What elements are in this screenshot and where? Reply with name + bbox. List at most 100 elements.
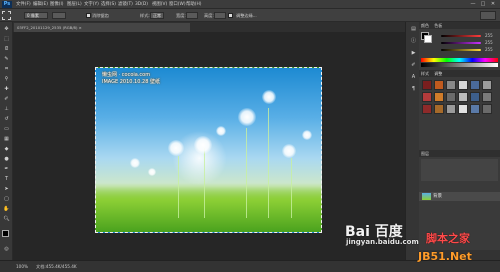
history-panel-icon[interactable]: ▤ (410, 26, 417, 33)
selection-mode-group[interactable] (52, 12, 66, 19)
blur-tool-icon[interactable]: ◆ (3, 146, 10, 153)
menu-file[interactable]: 文件(F) (16, 1, 31, 8)
style-swatch[interactable] (458, 92, 468, 102)
style-swatch[interactable] (446, 104, 456, 114)
style-label: 样式: (140, 13, 150, 18)
menu-select[interactable]: 选择(S) (101, 1, 116, 8)
style-swatch[interactable] (470, 92, 480, 102)
document-info[interactable]: 文档:455.4K/455.4K (36, 264, 77, 270)
tab-swatches[interactable]: 色板 (434, 23, 442, 28)
document-image[interactable]: 懒虫网 · cocoia.com IMAGE 2010.10.28 壁纸 (95, 67, 322, 233)
style-swatch[interactable] (434, 92, 444, 102)
layer-thumbnail (422, 193, 431, 200)
style-swatch[interactable] (422, 92, 432, 102)
style-swatch[interactable] (446, 92, 456, 102)
zoom-level[interactable]: 100% (16, 264, 28, 269)
style-swatch[interactable] (434, 104, 444, 114)
stamp-tool-icon[interactable]: ⊥ (3, 106, 10, 113)
quick-mask-icon[interactable]: ◎ (3, 246, 10, 253)
panel-dock: ▤ ⓘ ▶ ✐ A ¶ (405, 22, 419, 260)
hand-tool-icon[interactable]: ✋ (3, 206, 10, 213)
eraser-tool-icon[interactable]: ▭ (3, 126, 10, 133)
properties-panel-icon[interactable]: ⓘ (410, 38, 417, 45)
menu-view[interactable]: 视图(V) (152, 1, 167, 8)
refine-checkbox[interactable] (228, 13, 233, 18)
color-panel-tabs[interactable]: 颜色 色板 (419, 22, 500, 29)
dodge-tool-icon[interactable]: ● (3, 156, 10, 163)
style-swatch[interactable] (482, 80, 492, 90)
crop-tool-icon[interactable]: ⌗ (3, 66, 10, 73)
path-select-tool-icon[interactable]: ➤ (3, 186, 10, 193)
style-swatch[interactable] (482, 92, 492, 102)
gradient-tool-icon[interactable]: ▦ (3, 136, 10, 143)
gray-ramp[interactable] (421, 63, 498, 67)
marquee-tool-icon[interactable]: ⬚ (3, 36, 10, 43)
style-swatch[interactable] (446, 80, 456, 90)
menu-image[interactable]: 图像(I) (50, 1, 64, 8)
dandelion-puff (194, 136, 212, 154)
feather-field[interactable]: 0 像素 (24, 12, 48, 19)
pen-tool-icon[interactable]: ✒ (3, 166, 10, 173)
actions-panel-icon[interactable]: ▶ (410, 50, 417, 57)
menu-layer[interactable]: 图层(L) (67, 1, 82, 8)
type-tool-icon[interactable]: T (3, 176, 10, 183)
style-swatch[interactable] (482, 104, 492, 114)
menu-type[interactable]: 文字(Y) (84, 1, 99, 8)
tab-adjustments[interactable]: 调整 (434, 71, 442, 76)
style-swatch[interactable] (434, 80, 444, 90)
styles-panel-tabs[interactable]: 样式 调整 (419, 70, 500, 77)
green-value[interactable]: 255 (485, 40, 493, 45)
refine-edge-button[interactable]: 调整边缘... (236, 12, 257, 19)
red-value[interactable]: 255 (485, 33, 493, 38)
minimize-icon[interactable]: — (469, 1, 477, 8)
paragraph-panel-icon[interactable]: ¶ (410, 86, 417, 93)
quick-select-tool-icon[interactable]: ✎ (3, 56, 10, 63)
maximize-icon[interactable]: □ (479, 1, 487, 8)
style-swatch[interactable] (458, 80, 468, 90)
character-panel-icon[interactable]: A (410, 74, 417, 81)
tools-panel: ✥ ⬚ ᘓ ✎ ⌗ ⚲ ✚ ✐ ⊥ ↺ ▭ ▦ ◆ ● ✒ T ➤ ▢ ✋ 🔍︎… (0, 22, 13, 260)
history-brush-tool-icon[interactable]: ↺ (3, 116, 10, 123)
workspace-switcher[interactable] (480, 11, 496, 20)
zoom-tool-icon[interactable]: 🔍︎ (3, 216, 10, 223)
height-label: 高度: (204, 13, 214, 18)
menu-help[interactable]: 帮助(H) (186, 1, 202, 8)
healing-tool-icon[interactable]: ✚ (3, 86, 10, 93)
width-input[interactable] (186, 12, 198, 19)
shape-tool-icon[interactable]: ▢ (3, 196, 10, 203)
blue-value[interactable]: 255 (485, 47, 493, 52)
color-background-swatch[interactable] (424, 35, 432, 43)
menu-filter[interactable]: 滤镜(T) (118, 1, 133, 8)
style-select[interactable]: 正常 (150, 12, 164, 19)
marquee-icon[interactable] (2, 11, 11, 20)
red-slider[interactable] (441, 35, 481, 37)
menu-window[interactable]: 窗口(W) (169, 1, 186, 8)
anti-alias-checkbox[interactable] (86, 13, 91, 18)
menu-edit[interactable]: 编辑(E) (33, 1, 48, 8)
stem (268, 108, 269, 218)
green-slider[interactable] (441, 42, 481, 44)
style-swatch[interactable] (422, 104, 432, 114)
blue-slider[interactable] (441, 49, 481, 51)
foreground-color-swatch[interactable] (2, 230, 9, 237)
close-icon[interactable]: ✕ (489, 1, 497, 8)
tab-color[interactable]: 颜色 (421, 23, 429, 28)
lasso-tool-icon[interactable]: ᘓ (3, 46, 10, 53)
tab-layers[interactable]: 图层 (421, 151, 429, 156)
color-ramp[interactable] (421, 58, 498, 62)
style-swatch[interactable] (458, 104, 468, 114)
move-tool-icon[interactable]: ✥ (3, 26, 10, 33)
style-swatch[interactable] (470, 104, 480, 114)
layer-row-background[interactable]: 背景 (419, 192, 500, 201)
style-swatch[interactable] (470, 80, 480, 90)
height-input[interactable] (214, 12, 226, 19)
menu-3d[interactable]: 3D(D) (135, 1, 148, 8)
style-swatch[interactable] (422, 80, 432, 90)
watermark-line-1: 懒虫网 · cocoia.com (102, 72, 151, 78)
brush-tool-icon[interactable]: ✐ (3, 96, 10, 103)
brush-panel-icon[interactable]: ✐ (410, 62, 417, 69)
eyedropper-tool-icon[interactable]: ⚲ (3, 76, 10, 83)
layers-panel-tabs[interactable]: 图层 (419, 150, 500, 157)
document-tab[interactable]: 03FF2_20101129_2535 (RGB/8) × (14, 23, 190, 32)
tab-styles[interactable]: 样式 (421, 71, 429, 76)
